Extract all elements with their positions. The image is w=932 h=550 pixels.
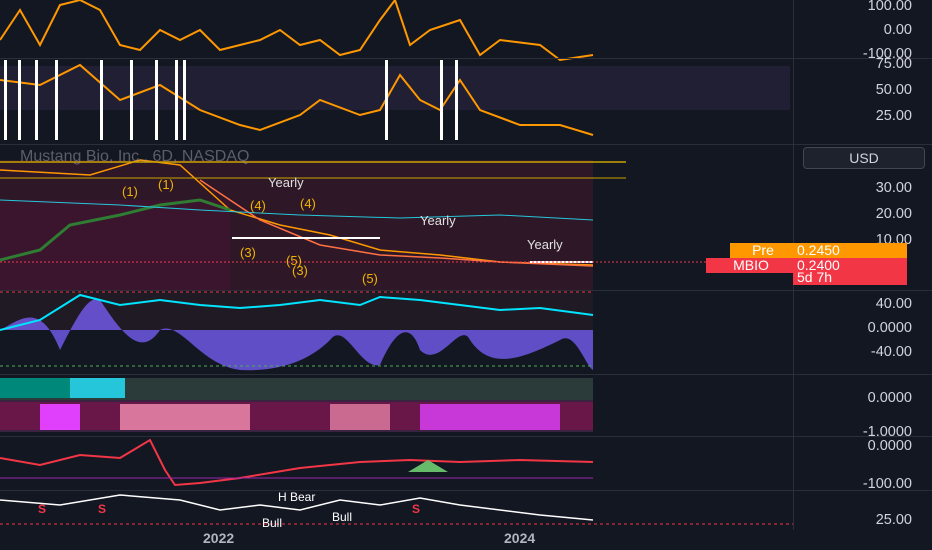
axis-label: -40.00 bbox=[870, 344, 912, 360]
wave-label: (5) bbox=[362, 271, 378, 286]
symbol-legend[interactable]: Mustang Bio, Inc., 6D, NASDAQ bbox=[20, 148, 249, 166]
axis-label: 50.00 bbox=[875, 82, 912, 98]
time-axis-label: 2022 bbox=[203, 530, 235, 546]
bar-countdown: 5d 7h bbox=[793, 270, 907, 285]
bull-divergence-label: Bull bbox=[262, 516, 283, 530]
axis-label: 0.00 bbox=[883, 22, 912, 38]
time-axis-label: 2024 bbox=[504, 530, 536, 546]
wave-label: (4) bbox=[300, 196, 316, 211]
axis-label: 0.0000 bbox=[867, 390, 912, 406]
axis-label: 25.00 bbox=[875, 512, 912, 528]
sell-signal: S bbox=[412, 502, 421, 516]
axis-label: 75.00 bbox=[875, 56, 912, 72]
bear-divergence-label: H Bear bbox=[278, 490, 316, 504]
yearly-label: Yearly bbox=[527, 237, 563, 252]
axis-label: 0.0000 bbox=[867, 438, 912, 454]
axis-label: 40.00 bbox=[875, 296, 912, 312]
symbol-label-tag: MBIO bbox=[706, 258, 796, 273]
axis-label: 100.00 bbox=[867, 0, 912, 14]
wave-label: (3) bbox=[292, 263, 308, 278]
wave-label: (1) bbox=[158, 177, 174, 192]
bull-divergence-label: Bull bbox=[332, 510, 353, 524]
axis-label: 20.00 bbox=[875, 206, 912, 222]
yearly-label: Yearly bbox=[268, 175, 304, 190]
osc1-line bbox=[0, 0, 594, 62]
yearly-label: Yearly bbox=[420, 213, 456, 228]
wave-label: (1) bbox=[122, 184, 138, 199]
axis-label: 30.00 bbox=[875, 180, 912, 196]
axis-label: -100.00 bbox=[862, 476, 912, 492]
wave-label: (4) bbox=[250, 198, 266, 213]
axis-label: 25.00 bbox=[875, 108, 912, 124]
premarket-price-tag: 0.2450 bbox=[793, 243, 907, 258]
premarket-label: Pre bbox=[730, 243, 796, 258]
wave-label: (3) bbox=[240, 245, 256, 260]
sell-signal: S bbox=[98, 502, 107, 516]
sell-signal: S bbox=[38, 502, 47, 516]
currency-button[interactable]: USD bbox=[803, 147, 925, 169]
axis-label: 0.0000 bbox=[867, 320, 912, 336]
